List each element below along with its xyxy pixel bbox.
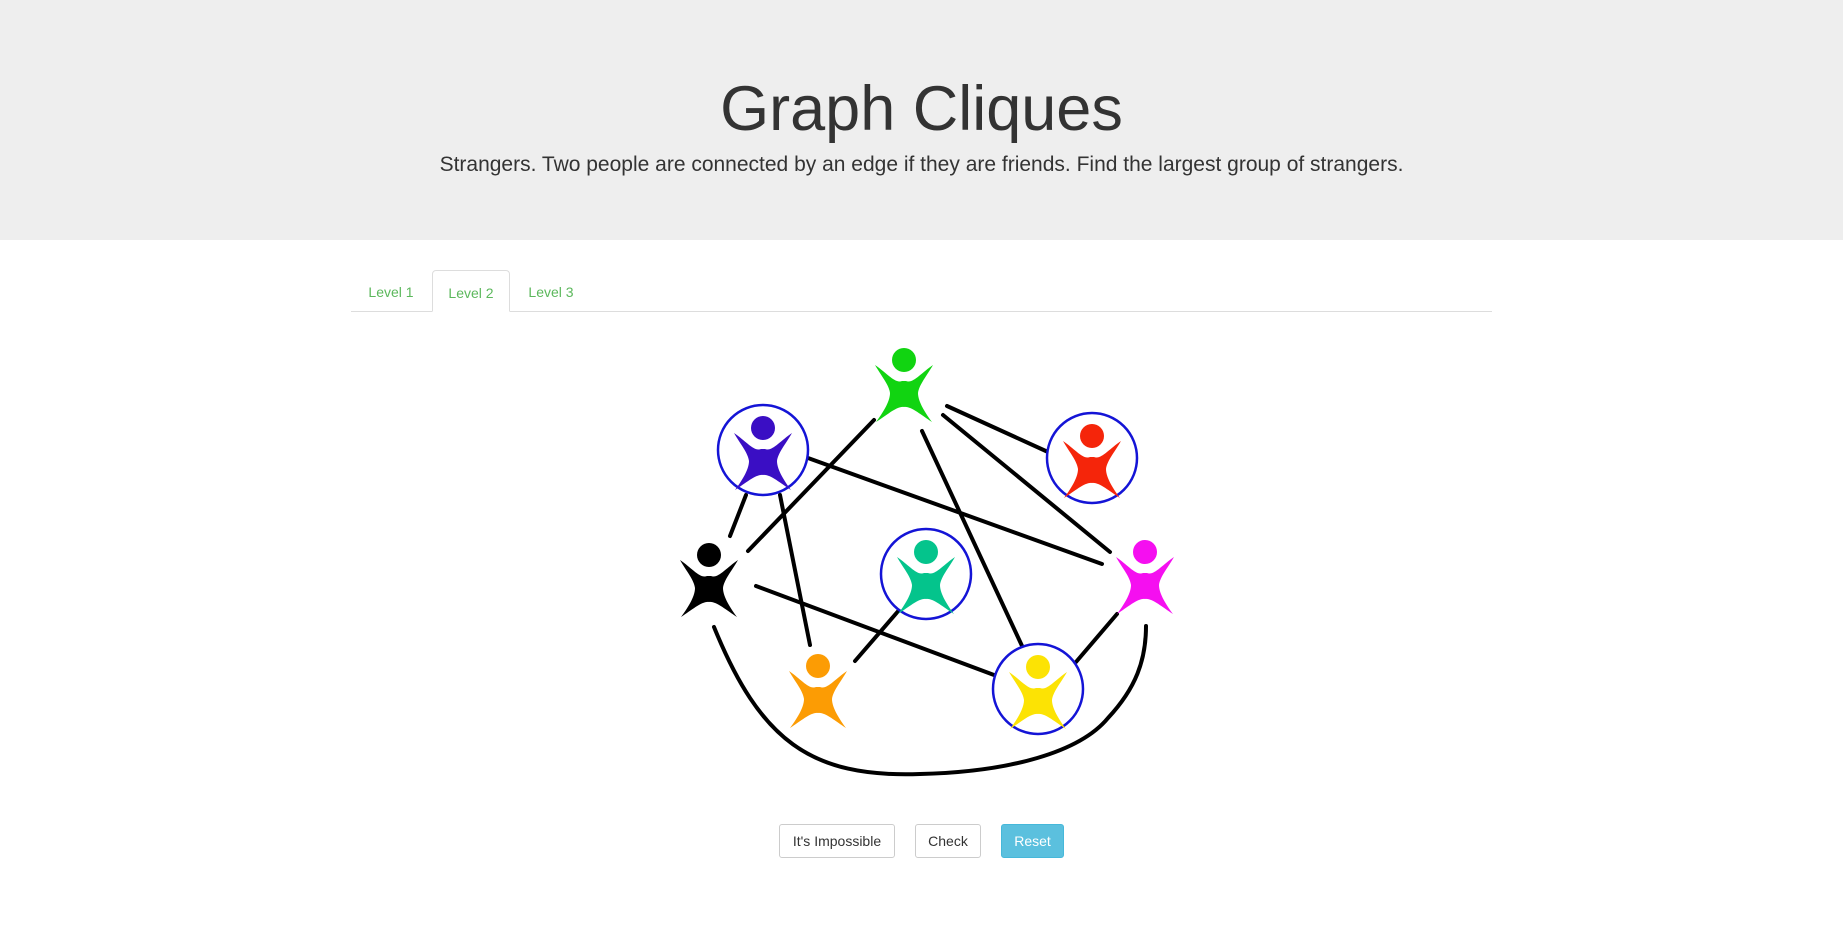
edge-indigo-black bbox=[728, 493, 748, 538]
edge-indigo-orange bbox=[778, 493, 812, 647]
reset-button[interactable]: Reset bbox=[1001, 824, 1064, 858]
person-body-icon bbox=[789, 671, 847, 728]
person-body-icon bbox=[680, 560, 738, 617]
edge-yellow-magenta bbox=[1074, 612, 1119, 664]
graph-canvas bbox=[680, 348, 1174, 777]
edge-teal-orange bbox=[853, 607, 902, 663]
person-green[interactable] bbox=[875, 348, 933, 422]
person-head-icon bbox=[1026, 655, 1050, 679]
person-black[interactable] bbox=[680, 543, 738, 617]
person-body-icon bbox=[1116, 557, 1174, 614]
person-indigo[interactable] bbox=[716, 403, 810, 497]
person-red[interactable] bbox=[1045, 411, 1139, 505]
person-head-icon bbox=[697, 543, 721, 567]
person-magenta[interactable] bbox=[1116, 540, 1174, 614]
check-button[interactable]: Check bbox=[915, 824, 981, 858]
person-head-icon bbox=[892, 348, 916, 372]
impossible-button[interactable]: It's Impossible bbox=[779, 824, 895, 858]
person-head-icon bbox=[1133, 540, 1157, 564]
people-layer bbox=[680, 348, 1174, 736]
person-body-icon bbox=[875, 365, 933, 422]
person-head-icon bbox=[751, 416, 775, 440]
person-head-icon bbox=[914, 540, 938, 564]
person-teal[interactable] bbox=[879, 527, 973, 621]
person-head-icon bbox=[1080, 424, 1104, 448]
person-yellow[interactable] bbox=[991, 642, 1085, 736]
person-head-icon bbox=[806, 654, 830, 678]
person-orange[interactable] bbox=[789, 654, 847, 728]
